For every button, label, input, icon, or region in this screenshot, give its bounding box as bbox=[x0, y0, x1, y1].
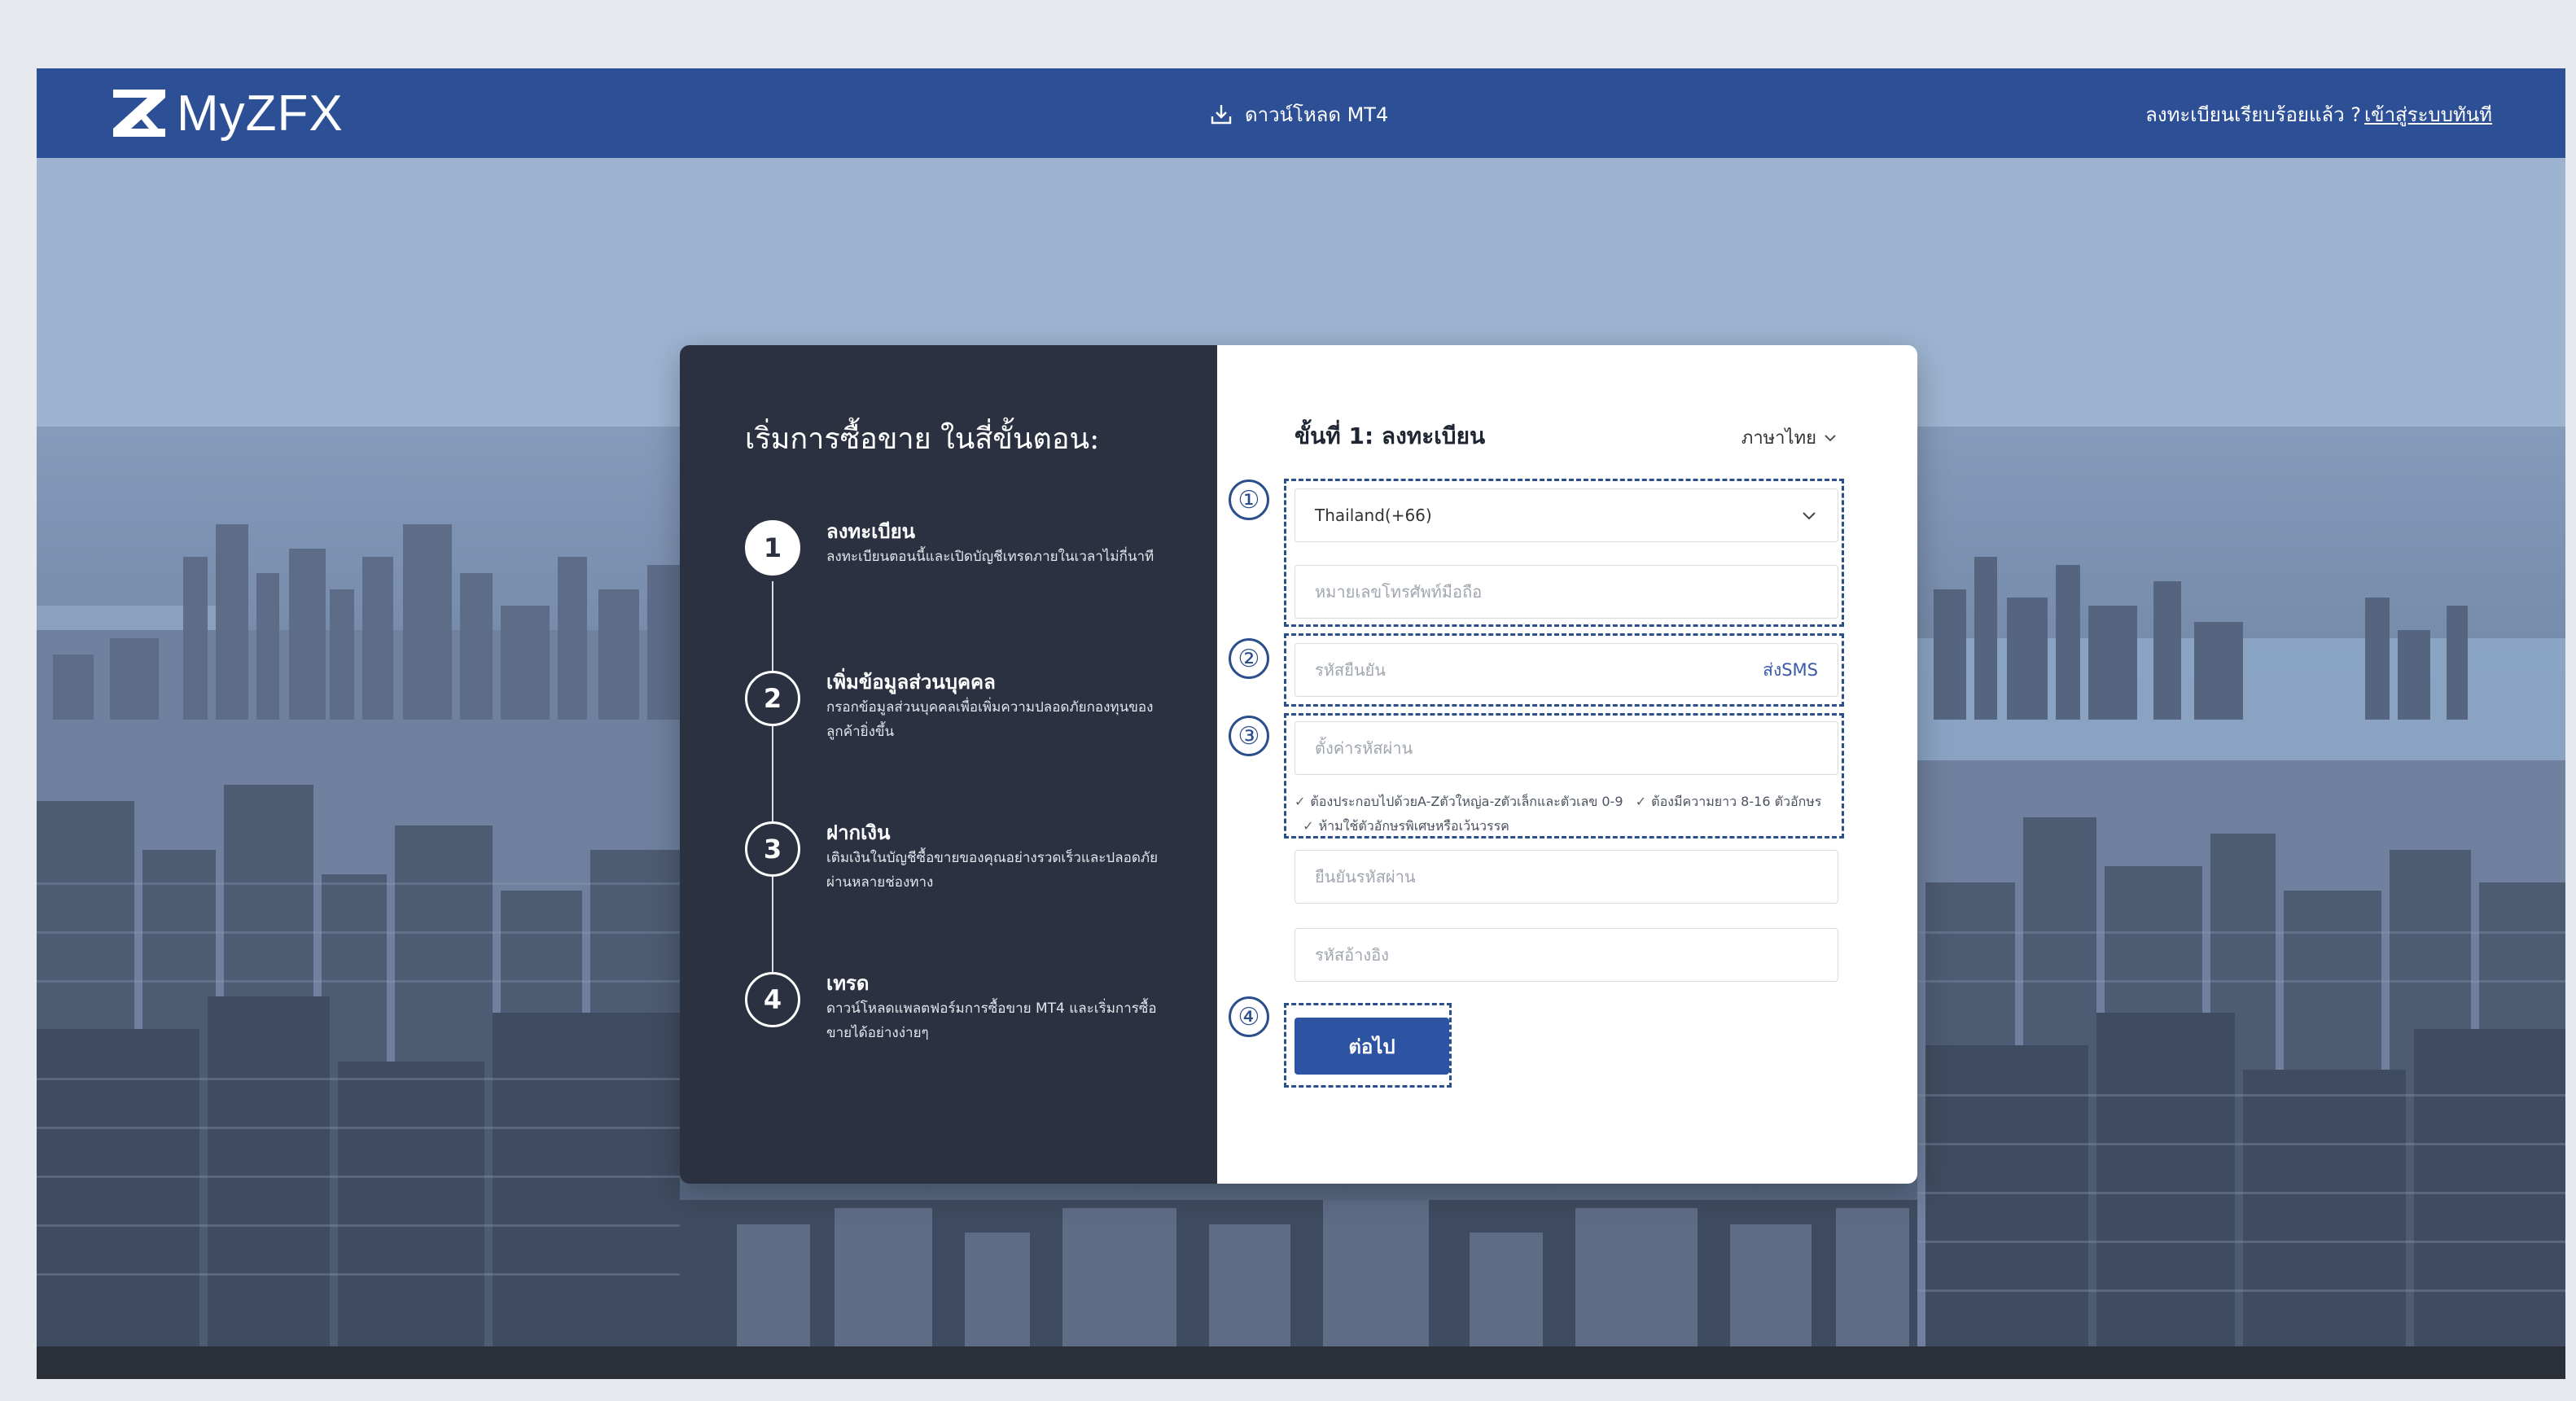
step-desc-2: กรอกข้อมูลส่วนบุคคลเพื่อเพิ่มความปลอดภัย… bbox=[826, 699, 1154, 740]
registration-form: ขั้นที่ 1: ลงทะเบียน ภาษาไทย Thailand(+6… bbox=[1217, 345, 1917, 1184]
check-icon: ✓ bbox=[1303, 818, 1314, 834]
annotation-marker-1: ① bbox=[1229, 479, 1269, 520]
password-hint-3: ห้ามใช้ตัวอักษรพิเศษหรือเว้นวรรค bbox=[1318, 818, 1509, 834]
annotation-marker-2: ② bbox=[1229, 638, 1269, 679]
step-title-4: เทรด bbox=[826, 972, 870, 995]
referral-placeholder: รหัสอ้างอิง bbox=[1315, 945, 1389, 965]
footer-bar bbox=[37, 1346, 2565, 1379]
steps-panel: เริ่มการซื้อขาย ในสี่ขั้นตอน: 1 ลงทะเบีย… bbox=[680, 345, 1217, 1184]
login-prompt: ลงทะเบียนเรียบร้อยแล้ว ? เข้าสู่ระบบทันท… bbox=[2145, 98, 2492, 130]
step-desc-4: ดาวน์โหลดแพลตฟอร์มการซื้อขาย MT4 และเริ่… bbox=[826, 1000, 1157, 1041]
login-link[interactable]: เข้าสู่ระบบทันที bbox=[2364, 99, 2492, 130]
top-strip bbox=[0, 0, 2576, 33]
check-icon: ✓ bbox=[1295, 794, 1306, 809]
verification-code-input[interactable]: รหัสยืนยัน ส่งSMS bbox=[1295, 643, 1838, 697]
step-number-1: 1 bbox=[745, 520, 800, 576]
registration-card: เริ่มการซื้อขาย ในสี่ขั้นตอน: 1 ลงทะเบีย… bbox=[680, 345, 1917, 1184]
brand-logo[interactable]: MyZFX bbox=[110, 85, 344, 142]
brand-name: MyZFX bbox=[177, 85, 344, 142]
step-title-2: เพิ่มข้อมูลส่วนบุคคล bbox=[826, 671, 996, 694]
send-sms-button[interactable]: ส่งSMS bbox=[1763, 657, 1818, 684]
step-title-1: ลงทะเบียน bbox=[826, 520, 916, 543]
form-title: ขั้นที่ 1: ลงทะเบียน bbox=[1295, 422, 1486, 449]
country-code-value: Thailand(+66) bbox=[1315, 506, 1432, 525]
password-hint-2: ต้องมีความยาว 8-16 ตัวอักษร bbox=[1651, 794, 1822, 809]
language-label: ภาษาไทย bbox=[1741, 428, 1816, 449]
download-mt4-link[interactable]: ดาวน์โหลด MT4 bbox=[1209, 98, 1388, 130]
code-placeholder: รหัสยืนยัน bbox=[1315, 660, 1386, 680]
password-placeholder: ตั้งค่ารหัสผ่าน bbox=[1315, 738, 1413, 758]
step-title-3: ฝากเงิน bbox=[826, 821, 891, 844]
phone-placeholder: หมายเลขโทรศัพท์มือถือ bbox=[1315, 582, 1483, 602]
password-input[interactable]: ตั้งค่ารหัสผ่าน bbox=[1295, 721, 1838, 775]
chevron-down-icon bbox=[1803, 512, 1816, 520]
download-label: ดาวน์โหลด MT4 bbox=[1245, 103, 1389, 126]
steps-title: เริ่มการซื้อขาย ในสี่ขั้นตอน: bbox=[745, 422, 1100, 456]
confirm-password-input[interactable]: ยืนยันรหัสผ่าน bbox=[1295, 850, 1838, 904]
login-prompt-text: ลงทะเบียนเรียบร้อยแล้ว ? bbox=[2145, 103, 2361, 126]
password-requirements: ✓ ต้องประกอบไปด้วยA-Zตัวใหญ่a-zตัวเล็กและ… bbox=[1295, 790, 1842, 838]
country-code-select[interactable]: Thailand(+66) bbox=[1295, 488, 1838, 542]
step-number-2: 2 bbox=[745, 671, 800, 726]
phone-number-input[interactable]: หมายเลขโทรศัพท์มือถือ bbox=[1295, 565, 1838, 619]
next-button[interactable]: ต่อไป bbox=[1295, 1018, 1449, 1075]
language-selector[interactable]: ภาษาไทย bbox=[1741, 423, 1838, 452]
check-icon: ✓ bbox=[1635, 794, 1647, 809]
annotation-marker-4: ④ bbox=[1229, 996, 1269, 1037]
page-frame: MyZFX ดาวน์โหลด MT4 ลงทะเบียนเรียบร้อยแล… bbox=[37, 68, 2565, 1379]
steps-connector-line bbox=[772, 581, 773, 1021]
step-desc-3: เติมเงินในบัญชีซื้อขายของคุณอย่างรวดเร็ว… bbox=[826, 850, 1159, 891]
annotation-marker-3: ③ bbox=[1229, 716, 1269, 756]
step-number-4: 4 bbox=[745, 972, 800, 1027]
step-number-3: 3 bbox=[745, 821, 800, 877]
top-navbar: MyZFX ดาวน์โหลด MT4 ลงทะเบียนเรียบร้อยแล… bbox=[37, 68, 2565, 158]
confirm-placeholder: ยืนยันรหัสผ่าน bbox=[1315, 867, 1416, 887]
referral-code-input[interactable]: รหัสอ้างอิง bbox=[1295, 928, 1838, 982]
chevron-down-icon bbox=[1825, 434, 1836, 441]
password-hint-1: ต้องประกอบไปด้วยA-Zตัวใหญ่a-zตัวเล็กและต… bbox=[1310, 794, 1623, 809]
zfx-logo-icon bbox=[113, 90, 165, 137]
step-desc-1: ลงทะเบียนตอนนี้และเปิดบัญชีเทรดภายในเวลา… bbox=[826, 549, 1154, 565]
download-icon bbox=[1211, 105, 1232, 125]
